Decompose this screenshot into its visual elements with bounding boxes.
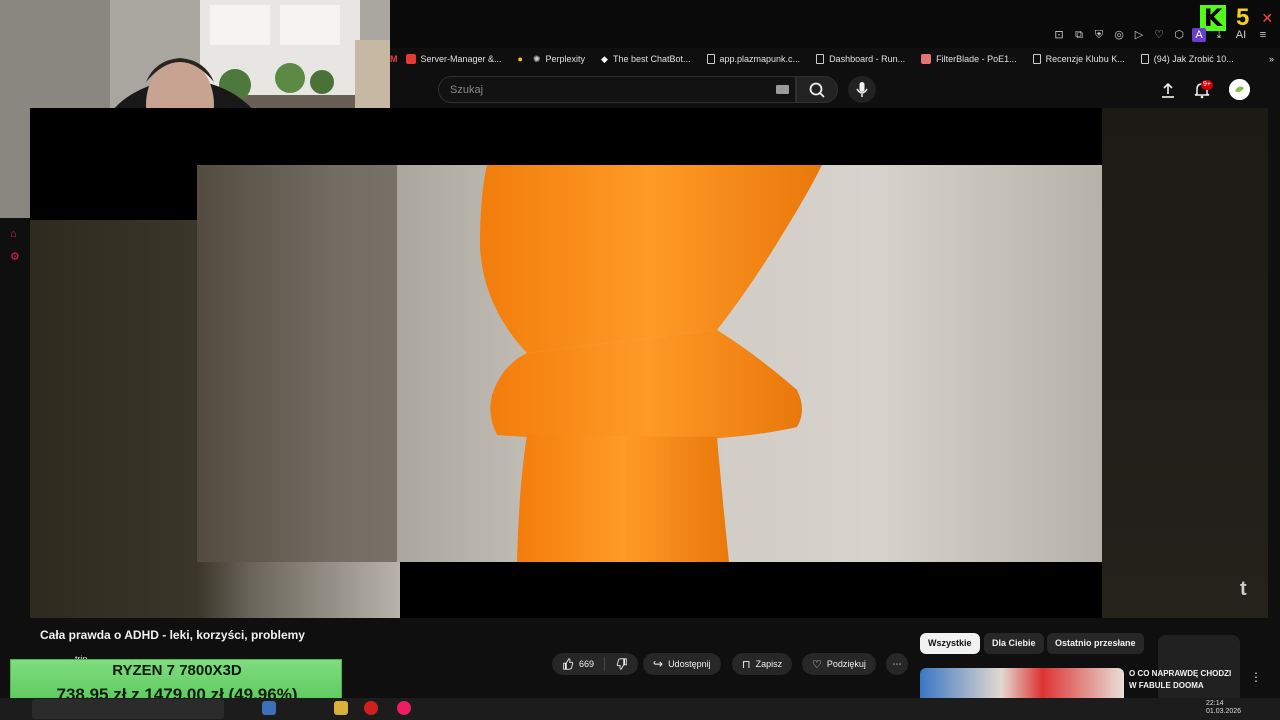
ad-product: RYZEN 7 7800X3D bbox=[112, 662, 242, 679]
like-divider bbox=[604, 657, 605, 671]
notification-badge: 9+ bbox=[1201, 80, 1213, 90]
close-icon[interactable]: ✕ bbox=[1261, 10, 1273, 27]
bookmark-label: Server-Manager &... bbox=[420, 54, 502, 64]
voice-search-button[interactable] bbox=[848, 76, 876, 103]
share-label: Udostępnij bbox=[668, 659, 711, 669]
extensions-icon[interactable]: ⬡ bbox=[1172, 28, 1186, 42]
avatar[interactable] bbox=[1229, 79, 1250, 100]
recommendation-title[interactable]: O CO NAPRAWDĘ CHODZI W FABULE DOOMA bbox=[1129, 668, 1239, 692]
bookmark-item[interactable]: ● bbox=[518, 54, 523, 64]
thanks-label: Podziękuj bbox=[826, 659, 866, 669]
map-pin-icon: ● bbox=[517, 54, 523, 64]
keyboard-icon[interactable] bbox=[776, 85, 789, 94]
side-icons: ⌂ ⚙ bbox=[10, 228, 20, 263]
chip-for-you[interactable]: Dla Ciebie bbox=[984, 633, 1044, 654]
video-scene bbox=[197, 165, 822, 562]
menu-icon[interactable]: ≡ bbox=[1256, 28, 1270, 42]
video-frame[interactable] bbox=[197, 165, 1102, 562]
thanks-icon: ♡ bbox=[812, 658, 822, 671]
bookmark-gmail[interactable]: M bbox=[390, 54, 398, 64]
bookmark-label: The best ChatBot... bbox=[612, 54, 691, 64]
more-horizontal-icon: ⋯ bbox=[892, 658, 902, 669]
bookmark-label: FilterBlade - PoE1... bbox=[936, 54, 1017, 64]
thumbs-up-icon bbox=[563, 658, 574, 670]
ai-button[interactable]: AI bbox=[1232, 28, 1250, 42]
bookmarks-overflow-icon[interactable]: » bbox=[1269, 54, 1274, 64]
like-button[interactable]: 669 bbox=[552, 653, 638, 675]
bookmark-item[interactable]: ✺ Perplexity bbox=[533, 54, 585, 65]
bookmark-item[interactable]: app.plazmapunk.c... bbox=[706, 54, 801, 64]
file-icon bbox=[1032, 54, 1041, 64]
home-icon[interactable]: ⌂ bbox=[10, 228, 20, 240]
target-icon[interactable]: ◎ bbox=[1112, 28, 1126, 42]
channel-watermark[interactable]: t bbox=[1240, 578, 1247, 601]
download-icon[interactable]: ⤓ bbox=[1212, 28, 1226, 42]
screenshot-icon[interactable]: ⧉ bbox=[1072, 28, 1086, 42]
microphone-icon bbox=[856, 82, 868, 97]
profile-icon[interactable]: A bbox=[1192, 28, 1206, 42]
file-icon bbox=[816, 54, 825, 64]
create-button[interactable] bbox=[1158, 80, 1178, 100]
heart-icon[interactable]: ♡ bbox=[1152, 28, 1166, 42]
bookmark-label: Dashboard - Run... bbox=[829, 54, 906, 64]
avatar-icon bbox=[1229, 79, 1250, 100]
search-button[interactable] bbox=[796, 76, 838, 103]
taskbar-search[interactable] bbox=[32, 699, 224, 719]
filterblade-icon bbox=[921, 54, 932, 64]
bookmark-item[interactable]: FilterBlade - PoE1... bbox=[921, 54, 1017, 64]
thumbs-down-icon[interactable] bbox=[616, 657, 628, 671]
more-vertical-icon[interactable]: ⋮ bbox=[1250, 670, 1262, 684]
share-icon: ↪ bbox=[653, 657, 664, 671]
share-button[interactable]: ↪ Udostępnij bbox=[643, 653, 721, 675]
server-icon bbox=[405, 54, 416, 64]
more-actions-button[interactable]: ⋯ bbox=[886, 653, 908, 675]
bookmark-icon: ⊓ bbox=[742, 658, 751, 671]
save-button[interactable]: ⊓ Zapisz bbox=[732, 653, 793, 675]
bookmarks-bar: M Server-Manager &... ● ✺ Perplexity ◆ The… bbox=[390, 50, 1280, 68]
taskbar-date: 01.03.2026 bbox=[1206, 708, 1242, 715]
file-icon bbox=[1140, 54, 1149, 64]
shield-icon[interactable]: ⛨ bbox=[1092, 28, 1106, 42]
chip-recently-uploaded[interactable]: Ostatnio przesłane bbox=[1047, 633, 1144, 654]
bookmark-label: Recenzje Klubu K... bbox=[1045, 54, 1125, 64]
bookmark-item[interactable]: ◆ The best ChatBot... bbox=[601, 54, 690, 65]
bookmark-label: Perplexity bbox=[545, 54, 586, 64]
perplexity-icon: ✺ bbox=[532, 53, 541, 64]
bookmark-item[interactable]: (94) Jak Zrobić 10... bbox=[1140, 54, 1234, 64]
video-ambient-right bbox=[1102, 108, 1268, 618]
taskbar-app-icon[interactable] bbox=[334, 701, 348, 715]
taskbar-app-icon[interactable] bbox=[397, 701, 411, 715]
chatbot-icon: ◆ bbox=[601, 53, 608, 64]
video-title: Cała prawda o ADHD - leki, korzyści, pro… bbox=[40, 628, 305, 642]
like-count: 669 bbox=[578, 659, 595, 669]
settings-icon[interactable]: ⚙ bbox=[10, 250, 20, 263]
bookmark-item[interactable]: Dashboard - Run... bbox=[816, 54, 905, 64]
bookmark-item[interactable]: Server-Manager &... bbox=[405, 54, 502, 64]
play-icon[interactable]: ▷ bbox=[1132, 28, 1146, 42]
bookmark-label: (94) Jak Zrobić 10... bbox=[1153, 54, 1234, 64]
file-icon bbox=[706, 54, 715, 64]
pin-icon[interactable]: ⊡ bbox=[1052, 28, 1066, 42]
browser-action-icons: ⊡ ⧉ ⛨ ◎ ▷ ♡ ⬡ A ⤓ AI ≡ bbox=[1052, 28, 1270, 42]
taskbar-time: 22:14 bbox=[1206, 700, 1224, 707]
bookmark-label: app.plazmapunk.c... bbox=[719, 54, 801, 64]
search-input[interactable]: Szukaj bbox=[438, 76, 796, 103]
gmail-icon: M bbox=[390, 54, 398, 64]
upload-icon bbox=[1162, 82, 1174, 98]
taskbar-app-icon[interactable] bbox=[262, 701, 276, 715]
taskbar-app-icon[interactable] bbox=[364, 701, 378, 715]
save-label: Zapisz bbox=[755, 659, 783, 669]
bookmark-item[interactable]: Recenzje Klubu K... bbox=[1032, 54, 1125, 64]
chip-all[interactable]: Wszystkie bbox=[920, 633, 980, 654]
search-icon bbox=[809, 82, 825, 98]
thanks-button[interactable]: ♡ Podziękuj bbox=[802, 653, 876, 675]
